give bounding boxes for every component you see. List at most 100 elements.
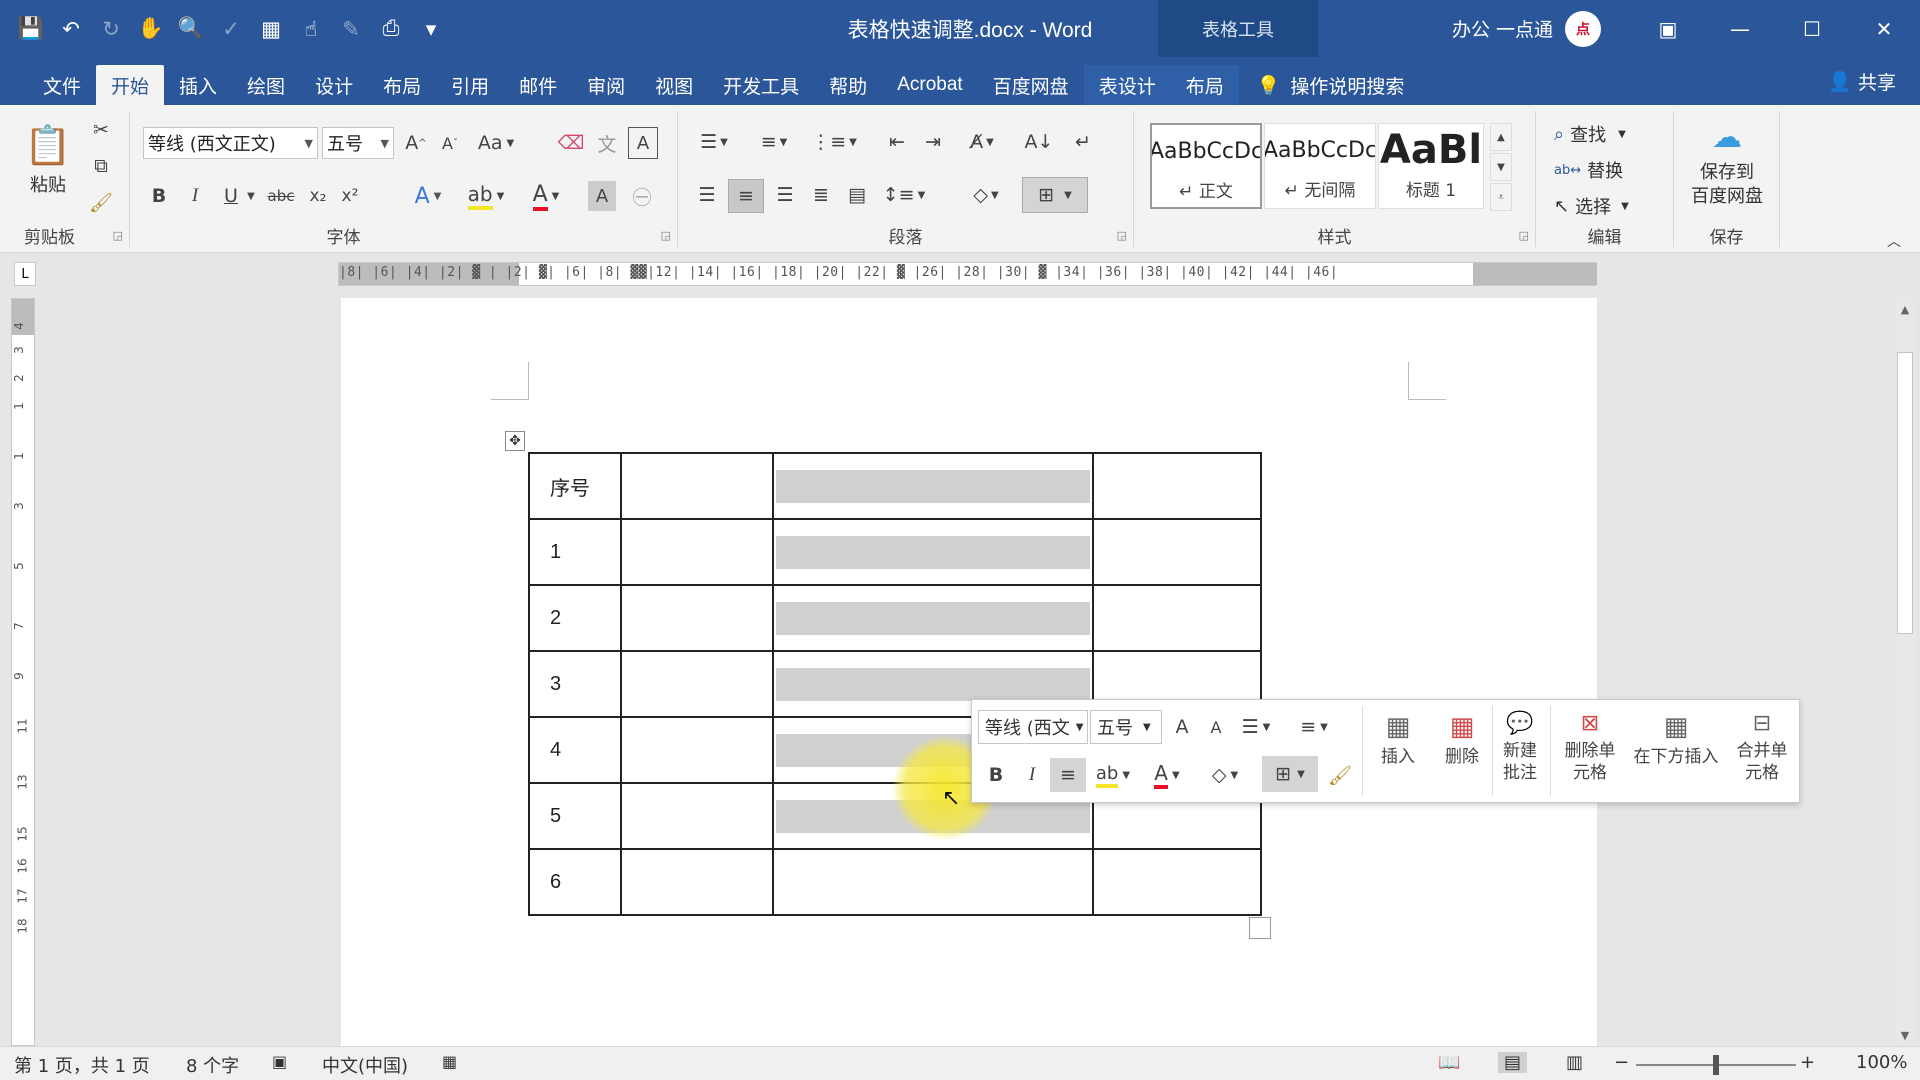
mini-font-color-icon[interactable]: A ▼ — [1144, 760, 1190, 790]
font-color-icon[interactable]: A ▼ — [524, 181, 568, 211]
table-cell[interactable] — [772, 848, 1094, 916]
touch-mode-icon[interactable]: ✋ — [134, 12, 168, 46]
strikethrough-button[interactable]: abc — [264, 181, 298, 211]
context-tab-0[interactable]: 表设计 — [1083, 65, 1171, 105]
draw-icon[interactable]: ✎ — [334, 12, 368, 46]
baidu-save-line1[interactable]: 保存到 — [1680, 159, 1774, 183]
italic-button[interactable]: I — [182, 181, 208, 211]
document-table[interactable]: 序号 1 2 3 4 5 6 — [528, 452, 1262, 916]
close-icon[interactable]: ✕ — [1848, 0, 1920, 57]
enclose-char-icon[interactable]: ㊀ — [628, 181, 656, 211]
table-cell[interactable] — [772, 584, 1094, 652]
table-cell[interactable]: 6 — [528, 848, 622, 916]
table-cell[interactable] — [1092, 584, 1262, 652]
style-no-spacing[interactable]: AaBbCcDc ↵ 无间隔 — [1264, 123, 1376, 209]
table-cell[interactable]: 2 — [528, 584, 622, 652]
tab-1[interactable]: 开始 — [96, 65, 165, 105]
read-mode-icon[interactable]: 📖 — [1438, 1052, 1460, 1073]
table-cell[interactable] — [620, 584, 774, 652]
mini-bold-button[interactable]: B — [984, 760, 1008, 790]
table-cell[interactable] — [620, 848, 774, 916]
numbering-icon[interactable]: ≡ ▼ — [752, 127, 796, 157]
table-move-icon[interactable]: ✥ — [505, 431, 525, 451]
superscript-button[interactable]: x² — [336, 181, 364, 211]
shrink-font-icon[interactable]: Aˇ — [436, 127, 464, 159]
language-status[interactable]: 中文(中国) — [322, 1052, 408, 1078]
print-preview-icon[interactable]: 🔍 — [174, 12, 208, 46]
ribbon-display-icon[interactable]: ▣ — [1632, 0, 1704, 57]
collapse-ribbon-icon[interactable]: ︿ — [1882, 231, 1906, 251]
tab-13[interactable]: 百度网盘 — [978, 65, 1084, 105]
horizontal-ruler[interactable]: |8| |6| |4| |2| ▓ | |2| ▓| |6| |8| ▓▓|12… — [338, 262, 1597, 286]
mini-italic-button[interactable]: I — [1020, 760, 1044, 790]
mini-insert-below-button[interactable]: ▦ 在下方插入 — [1626, 708, 1726, 768]
vertical-scrollbar[interactable]: ▲ ▼ — [1894, 298, 1916, 1046]
baidu-cloud-icon[interactable]: ☁ — [1704, 117, 1750, 157]
format-painter-icon[interactable]: 🖌 — [88, 189, 114, 215]
decrease-indent-icon[interactable]: ⇤ — [882, 127, 912, 157]
tab-12[interactable]: Acrobat — [882, 65, 977, 105]
table-cell[interactable]: 5 — [528, 782, 622, 850]
table-cell[interactable] — [772, 518, 1094, 586]
chevron-down-icon[interactable]: ▼ — [244, 181, 258, 211]
tell-me-search[interactable]: 💡 操作说明搜索 — [1239, 65, 1405, 105]
page-count[interactable]: 第 1 页，共 1 页 — [14, 1052, 150, 1078]
tab-11[interactable]: 帮助 — [814, 65, 882, 105]
table-cell[interactable] — [1092, 848, 1262, 916]
multilevel-list-icon[interactable]: ⋮≡ ▼ — [811, 127, 857, 157]
tab-5[interactable]: 布局 — [368, 65, 436, 105]
table-cell[interactable] — [620, 716, 774, 784]
subscript-button[interactable]: x₂ — [304, 181, 332, 211]
preview-icon[interactable]: ⎙ — [374, 12, 408, 46]
mini-font-name-select[interactable]: 等线 (西文 ▼ — [978, 710, 1088, 744]
scroll-down-icon[interactable]: ▼ — [1490, 153, 1512, 181]
share-button[interactable]: 👤 共享 — [1828, 57, 1896, 105]
tab-2[interactable]: 插入 — [164, 65, 232, 105]
text-effects-icon[interactable]: A ▼ — [408, 181, 448, 211]
track-icon[interactable]: ▦ — [254, 12, 288, 46]
table-resize-handle[interactable] — [1249, 917, 1271, 939]
paste-icon[interactable]: 📋 — [24, 119, 71, 171]
maximize-icon[interactable]: ☐ — [1776, 0, 1848, 57]
mini-format-painter-icon[interactable]: 🖌 — [1326, 760, 1354, 790]
align-right-icon[interactable]: ☰ — [770, 179, 800, 211]
scroll-up-icon[interactable]: ▲ — [1490, 123, 1512, 151]
table-cell[interactable] — [1092, 518, 1262, 586]
minimize-icon[interactable]: — — [1704, 0, 1776, 57]
bold-button[interactable]: B — [146, 181, 172, 211]
table-cell[interactable] — [620, 518, 774, 586]
mini-bullets-icon[interactable]: ☰ ▼ — [1234, 712, 1278, 742]
spelling-icon[interactable]: ✓ — [214, 12, 248, 46]
redo-icon[interactable]: ↻ — [94, 12, 128, 46]
mini-center-icon[interactable]: ≡ — [1050, 758, 1086, 792]
zoom-out-icon[interactable]: − — [1614, 1052, 1629, 1073]
baidu-save-line2[interactable]: 百度网盘 — [1680, 183, 1774, 207]
table-cell[interactable]: 3 — [528, 650, 622, 718]
mini-shading-icon[interactable]: ◇ ▼ — [1202, 760, 1248, 790]
clipboard-launcher-icon[interactable]: ◲ — [113, 229, 123, 242]
tab-7[interactable]: 邮件 — [504, 65, 572, 105]
mini-delete-cell-button[interactable]: ⊠ 删除单 元格 — [1554, 708, 1626, 784]
zoom-thumb[interactable] — [1713, 1055, 1719, 1075]
scroll-thumb[interactable] — [1897, 352, 1913, 634]
zoom-level[interactable]: 100% — [1856, 1052, 1907, 1073]
line-spacing-icon[interactable]: ↕≡ ▼ — [882, 179, 926, 211]
borders-icon[interactable]: ⊞ ▼ — [1022, 177, 1088, 213]
show-marks-icon[interactable]: ↵ — [1068, 127, 1098, 157]
touch-icon[interactable]: ☝ — [294, 12, 328, 46]
copy-icon[interactable]: ⧉ — [88, 153, 114, 179]
font-name-select[interactable]: 等线 (西文正文) ▼ — [143, 127, 318, 159]
scroll-up-icon[interactable]: ▲ — [1894, 298, 1916, 320]
tab-6[interactable]: 引用 — [436, 65, 504, 105]
tab-10[interactable]: 开发工具 — [708, 65, 814, 105]
align-center-icon[interactable]: ≡ — [728, 179, 764, 213]
table-cell[interactable] — [620, 782, 774, 850]
undo-icon[interactable]: ↶ — [54, 12, 88, 46]
underline-button[interactable]: U — [218, 181, 244, 211]
mini-grow-font-icon[interactable]: A — [1168, 712, 1196, 742]
tab-4[interactable]: 设计 — [300, 65, 368, 105]
cut-icon[interactable]: ✂ — [88, 117, 114, 143]
table-cell[interactable] — [772, 452, 1094, 520]
proofing-icon[interactable]: ▣ — [272, 1052, 287, 1071]
context-tab-1[interactable]: 布局 — [1170, 65, 1239, 105]
